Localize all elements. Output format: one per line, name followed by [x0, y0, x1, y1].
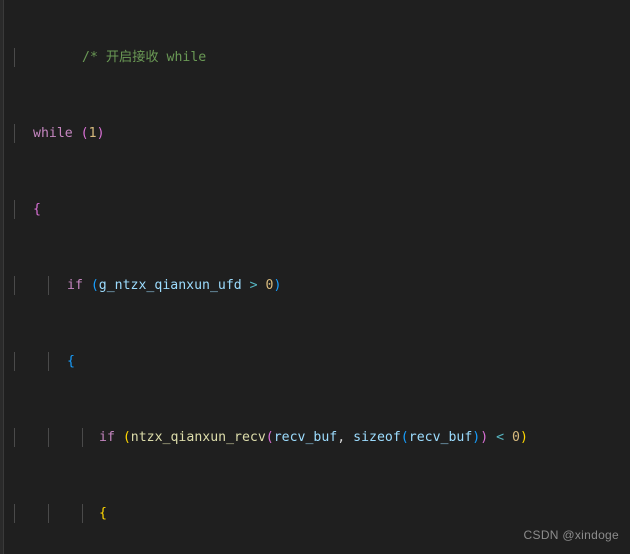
code-editor-content[interactable]: /* 开启接收 while while (1) { if (g_ntzx_qia…	[0, 0, 630, 554]
code-line: if (ntzx_qianxun_recv(recv_buf, sizeof(r…	[0, 428, 630, 447]
csdn-watermark: CSDN @xindoge	[523, 528, 619, 542]
code-line: {	[0, 352, 630, 371]
code-screenshot: /* 开启接收 while while (1) { if (g_ntzx_qia…	[0, 0, 630, 554]
code-line: if (g_ntzx_qianxun_ufd > 0)	[0, 276, 630, 295]
code-line: while (1)	[0, 124, 630, 143]
code-line: {	[0, 200, 630, 219]
code-line: /* 开启接收 while	[0, 48, 630, 67]
code-line: {	[0, 504, 630, 523]
